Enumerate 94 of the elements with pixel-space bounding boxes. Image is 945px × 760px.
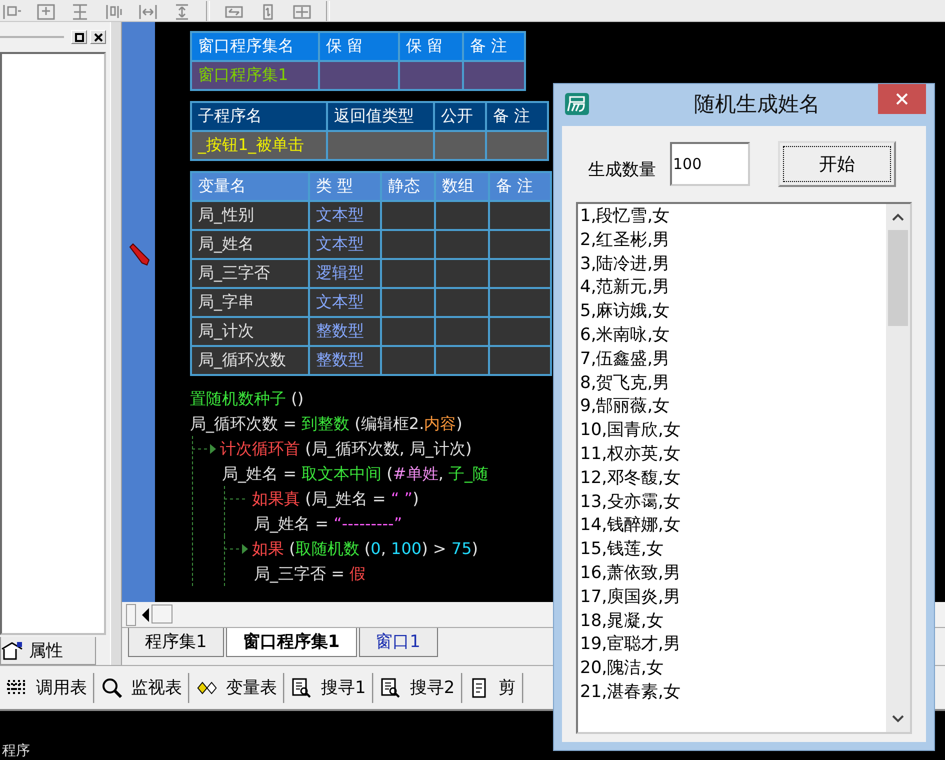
result-line: 11,权亦英,女 <box>580 442 682 466</box>
close-icon <box>94 32 102 42</box>
code-line: 计次循环首 (局_循环次数, 局_计次) <box>220 438 472 460</box>
layout-tool-icon[interactable] <box>292 3 312 21</box>
scrollbar-grip[interactable] <box>126 604 136 626</box>
count-field[interactable]: 100 <box>670 142 750 186</box>
table-cell: 逻辑型 <box>309 259 381 288</box>
toolbar-button[interactable]: 调用表 <box>0 672 95 702</box>
column-header: 返回值类型 <box>327 102 434 131</box>
pencil-icon <box>126 242 150 266</box>
result-line: 5,麻访娥,女 <box>580 300 671 324</box>
column-header: 保 留 <box>319 32 399 61</box>
result-line: 6,米南咏,女 <box>580 324 671 347</box>
editor-tab[interactable]: 程序集1 <box>128 628 224 657</box>
document-search-icon <box>291 676 313 698</box>
result-line: 4,范新元,男 <box>580 276 671 300</box>
column-header: 备 注 <box>463 32 525 61</box>
table-cell <box>434 131 486 160</box>
toolbar-button[interactable]: 监视表 <box>95 672 190 702</box>
column-header: 公开 <box>434 102 486 131</box>
result-line: 1,段忆雪,女 <box>580 205 671 228</box>
result-line: 14,钱醉娜,女 <box>580 514 682 538</box>
code-line: 局_三字否 = 假 <box>254 563 366 585</box>
app-icon <box>564 92 590 116</box>
scrollbar-thumb[interactable] <box>888 230 908 326</box>
table-cell: 局_性别 <box>191 201 309 230</box>
code-line: 局_循环次数 = 到整数 (编辑框2.内容) <box>190 413 462 435</box>
document-search-icon <box>380 676 402 698</box>
table-cell: 文本型 <box>309 201 381 230</box>
column-header: 数组 <box>435 172 489 201</box>
table-cell: 窗口程序集1 <box>191 61 319 90</box>
toolbar-button[interactable]: 搜寻1 <box>285 672 374 702</box>
layout-tool-icon[interactable] <box>70 3 90 21</box>
toolbar-button[interactable]: 变量表 <box>190 672 285 702</box>
column-header: 静态 <box>381 172 435 201</box>
output-field[interactable]: 1,段忆雪,女 2,红圣彬,男 3,陆冷进,男 4,范新元,男 5,麻访娥,女 6,米南咏,女 7,伍鑫盛,男 8,贺飞克,男 9,郜丽薇,女 10,国青欣,女 11,权亦英,女 12,邓冬馥,女 13,殳亦霭,女 14,钱醉娜,女 15,钱莲,女 16,萧依致,男 17,庾国炎,男 18,晁凝,女 19,宦聪才,男 20,隗洁,女 21,湛春素,女 <box>576 202 912 734</box>
result-line: 7,伍鑫盛,男 <box>580 348 671 371</box>
table-cell: 局_姓名 <box>191 230 309 259</box>
maximize-button[interactable] <box>71 30 87 44</box>
result-line: 2,红圣彬,男 <box>580 228 671 252</box>
table-cell: 整数型 <box>309 346 381 375</box>
table-cell: 文本型 <box>309 288 381 317</box>
table-cell: 局_三字否 <box>191 259 309 288</box>
start-button[interactable]: 开始 <box>778 141 896 187</box>
result-line: 16,萧依致,男 <box>580 562 682 585</box>
code-line: 局_姓名 = “---------” <box>254 513 402 535</box>
column-header: 备 注 <box>489 172 551 201</box>
column-header: 窗口程序集名 <box>191 32 319 61</box>
result-line: 9,郜丽薇,女 <box>580 395 671 418</box>
close-icon <box>895 92 909 106</box>
editor-tab[interactable]: 窗口程序集1 <box>226 628 357 657</box>
close-button[interactable] <box>90 30 106 44</box>
toolbar-button[interactable]: 搜寻2 <box>374 672 463 702</box>
result-line: 3,陆冷进,男 <box>580 252 671 276</box>
properties-tab[interactable]: 属性 <box>0 637 96 665</box>
column-header: 类 型 <box>309 172 381 201</box>
column-header: 保 留 <box>399 32 463 61</box>
table-cell: 局_计次 <box>191 317 309 346</box>
result-line: 21,湛春素,女 <box>580 680 682 704</box>
toolbar-button[interactable]: 剪 <box>462 672 524 702</box>
dialog-title: 随机生成姓名 <box>694 91 820 118</box>
table-cell: 整数型 <box>309 317 381 346</box>
table-cell: _按钮1_被单击 <box>191 131 327 160</box>
column-header: 子程序名 <box>191 102 327 131</box>
table-cell <box>399 61 463 90</box>
layout-tool-icon[interactable] <box>104 3 124 21</box>
code-line: 置随机数种子 () <box>190 388 304 410</box>
column-header: 备 注 <box>486 102 548 131</box>
table-cell: 局_循环次数 <box>191 346 309 375</box>
result-line: 13,殳亦霭,女 <box>580 490 682 514</box>
result-line: 17,庾国炎,男 <box>580 586 682 609</box>
result-line: 19,宦聪才,男 <box>580 633 682 656</box>
count-label: 生成数量 <box>588 158 656 180</box>
result-line: 12,邓冬馥,女 <box>580 466 682 490</box>
table-cell: 文本型 <box>309 230 381 259</box>
layout-tool-icon[interactable] <box>138 3 158 21</box>
result-line: 10,国青欣,女 <box>580 419 682 442</box>
search-icon <box>101 676 123 698</box>
table-cell <box>463 61 525 90</box>
layout-tool-icon[interactable] <box>36 3 56 21</box>
code-line: 如果 (取随机数 (0, 100) > 75) <box>252 538 478 560</box>
code-line: 局_姓名 = 取文本中间 (#单姓, 子_随 <box>222 463 488 485</box>
result-line: 18,晁凝,女 <box>580 610 664 633</box>
result-line: 20,隗洁,女 <box>580 657 664 680</box>
output-text: 程序 <box>2 742 30 760</box>
table-cell: 局_字串 <box>191 288 309 317</box>
layout-tool-icon[interactable] <box>2 3 22 21</box>
result-line: 15,钱莲,女 <box>580 538 664 562</box>
result-line: 8,贺飞克,男 <box>580 372 671 395</box>
editor-tab[interactable]: 窗口1 <box>358 628 438 657</box>
maximize-icon <box>74 32 84 42</box>
table-cell <box>486 131 548 160</box>
code-line: 如果真 (局_姓名 = “ ”) <box>252 488 419 510</box>
column-header: 变量名 <box>191 172 309 201</box>
